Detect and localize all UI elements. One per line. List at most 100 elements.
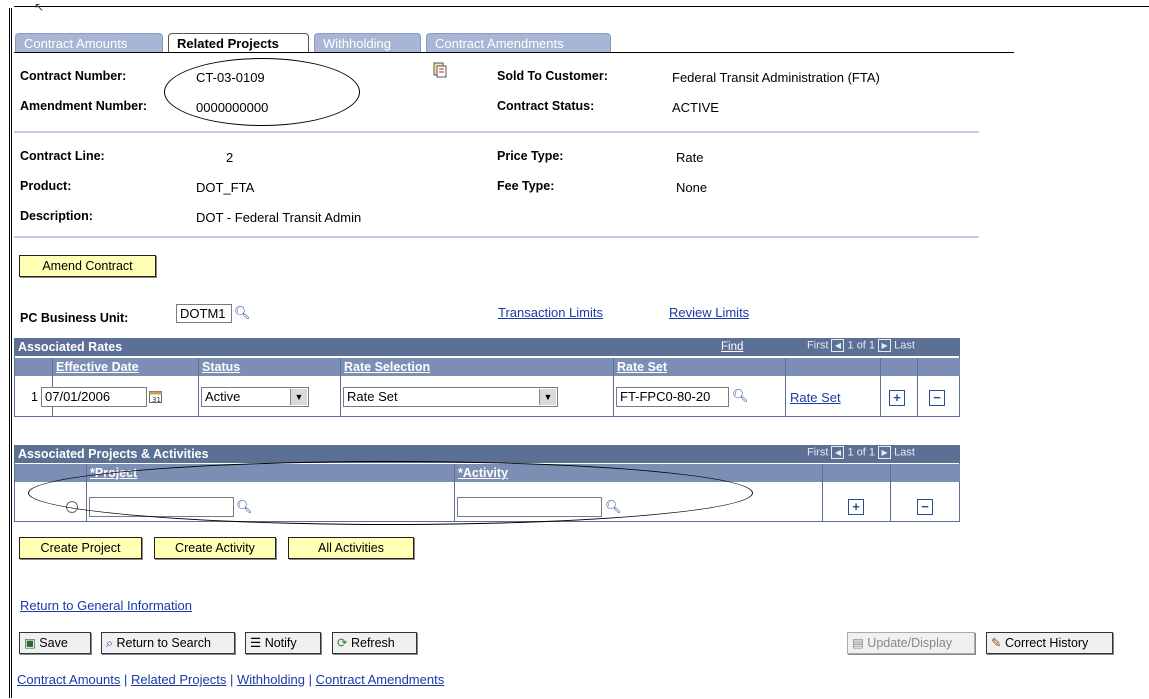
footer-link-withholding[interactable]: Withholding xyxy=(237,672,305,687)
chevron-down-icon[interactable]: ▼ xyxy=(290,389,307,405)
annotation-oval-projects xyxy=(28,461,753,525)
notify-icon: ☰ xyxy=(250,636,262,650)
return-to-general-info-link[interactable]: Return to General Information xyxy=(20,598,192,613)
return-to-search-label: Return to Search xyxy=(116,636,212,650)
next-arrow-icon[interactable]: ▶ xyxy=(878,446,892,459)
pc-business-unit-label: PC Business Unit: xyxy=(20,311,129,325)
footer-link-contract-amounts[interactable]: Contract Amounts xyxy=(17,672,120,687)
window-top-border xyxy=(14,6,1149,7)
projects-grid-nav: First ◀ 1 of 1 ▶ Last xyxy=(807,446,915,459)
contract-status-label: Contract Status: xyxy=(497,99,595,113)
footer-separator: | xyxy=(308,672,312,687)
rate-set-link[interactable]: Rate Set xyxy=(790,390,841,405)
return-to-search-button[interactable]: ⌕ Return to Search xyxy=(101,632,235,654)
rate-selection-select[interactable]: Rate Set ▼ xyxy=(343,387,558,407)
review-limits-link[interactable]: Review Limits xyxy=(669,305,749,320)
prev-arrow-icon[interactable]: ◀ xyxy=(831,339,845,352)
create-activity-button[interactable]: Create Activity xyxy=(154,537,276,559)
update-display-label: Update/Display xyxy=(867,636,953,650)
first-label[interactable]: First xyxy=(807,339,828,351)
annotation-oval-contract xyxy=(164,58,360,126)
grid-divider xyxy=(880,358,881,416)
add-row-icon[interactable]: + xyxy=(848,499,864,515)
col-effective-date[interactable]: Effective Date xyxy=(52,358,198,376)
create-project-button[interactable]: Create Project xyxy=(19,537,142,559)
grid-divider xyxy=(917,358,918,416)
sold-to-label: Sold To Customer: xyxy=(497,69,608,83)
last-label[interactable]: Last xyxy=(894,446,915,458)
update-display-button[interactable]: ▤ Update/Display xyxy=(847,632,975,654)
grid-divider xyxy=(198,358,199,416)
product-label: Product: xyxy=(20,179,72,193)
fee-type-value: None xyxy=(676,180,708,195)
description-value: DOT - Federal Transit Admin xyxy=(196,210,362,225)
search-icon[interactable]: 🔍︎ xyxy=(234,305,251,321)
save-button[interactable]: ▣ Save xyxy=(19,632,91,654)
effective-date-input[interactable]: 07/01/2006 xyxy=(41,387,147,407)
grid-divider xyxy=(340,358,341,416)
contract-line-value: 2 xyxy=(226,150,234,165)
add-row-icon[interactable]: + xyxy=(889,390,905,406)
window-left-border xyxy=(9,8,12,698)
prev-arrow-icon[interactable]: ◀ xyxy=(831,446,845,459)
col-rate-set[interactable]: Rate Set xyxy=(613,358,785,376)
tab-related-projects[interactable]: Related Projects xyxy=(168,33,309,53)
delete-row-icon[interactable]: − xyxy=(929,390,945,406)
status-select[interactable]: Active ▼ xyxy=(201,387,309,407)
mouse-cursor-icon: ↖ xyxy=(34,0,45,14)
associated-rates-title: Associated Rates xyxy=(18,340,123,354)
tab-withholding[interactable]: Withholding xyxy=(314,33,421,53)
fee-type-label: Fee Type: xyxy=(497,179,555,193)
amendment-number-label: Amendment Number: xyxy=(20,99,148,113)
refresh-icon: ⟳ xyxy=(337,636,348,650)
tab-contract-amounts[interactable]: Contract Amounts xyxy=(15,33,163,53)
save-label: Save xyxy=(39,636,68,650)
rate-set-input[interactable]: FT-FPC0-80-20 xyxy=(616,387,729,407)
save-icon: ▣ xyxy=(24,636,36,650)
refresh-button[interactable]: ⟳ Refresh xyxy=(332,632,417,654)
price-type-value: Rate xyxy=(676,150,704,165)
notify-label: Notify xyxy=(264,636,297,650)
row-number: 1 xyxy=(31,390,38,404)
row-count: 1 of 1 xyxy=(847,339,876,352)
grid-divider xyxy=(785,358,786,416)
contract-status-value: ACTIVE xyxy=(672,100,719,115)
sold-to-value: Federal Transit Administration (FTA) xyxy=(672,70,880,85)
footer-separator: | xyxy=(123,672,128,687)
price-type-label: Price Type: xyxy=(497,149,564,163)
pc-business-unit-input[interactable]: DOTM1 xyxy=(176,304,232,323)
footer-link-contract-amendments[interactable]: Contract Amendments xyxy=(316,672,445,687)
chevron-down-icon[interactable]: ▼ xyxy=(539,389,556,405)
search-icon: ⌕ xyxy=(106,636,114,650)
tab-underline xyxy=(14,52,1014,53)
first-label[interactable]: First xyxy=(807,446,828,458)
footer-separator: | xyxy=(229,672,234,687)
row-count: 1 of 1 xyxy=(847,446,876,459)
correct-history-button[interactable]: ✎ Correct History xyxy=(986,632,1113,654)
tab-contract-amendments[interactable]: Contract Amendments xyxy=(426,33,611,53)
grid-divider xyxy=(613,358,614,416)
col-rate-selection[interactable]: Rate Selection xyxy=(340,358,613,376)
all-activities-button[interactable]: All Activities xyxy=(288,537,414,559)
description-label: Description: xyxy=(20,209,93,223)
last-label[interactable]: Last xyxy=(894,339,915,351)
transaction-limits-link[interactable]: Transaction Limits xyxy=(498,305,603,320)
delete-row-icon[interactable]: − xyxy=(917,499,933,515)
correct-history-label: Correct History xyxy=(1004,636,1089,650)
calendar-icon[interactable]: 31 xyxy=(149,390,163,404)
amend-contract-button[interactable]: Amend Contract xyxy=(19,255,156,277)
document-icon[interactable] xyxy=(433,62,447,78)
contract-line-label: Contract Line: xyxy=(20,149,105,163)
notify-button[interactable]: ☰ Notify xyxy=(245,632,321,654)
footer-links: Contract Amounts | Related Projects | Wi… xyxy=(17,672,444,687)
update-display-icon: ▤ xyxy=(852,636,864,650)
section-divider-2 xyxy=(14,236,979,238)
col-status[interactable]: Status xyxy=(198,358,340,376)
status-select-value: Active xyxy=(205,389,241,404)
rates-grid-nav: First ◀ 1 of 1 ▶ Last xyxy=(807,339,915,352)
grid-divider xyxy=(822,464,823,521)
find-link[interactable]: Find xyxy=(721,341,743,353)
footer-link-related-projects[interactable]: Related Projects xyxy=(131,672,226,687)
next-arrow-icon[interactable]: ▶ xyxy=(878,339,892,352)
search-icon[interactable]: 🔍︎ xyxy=(732,388,749,404)
